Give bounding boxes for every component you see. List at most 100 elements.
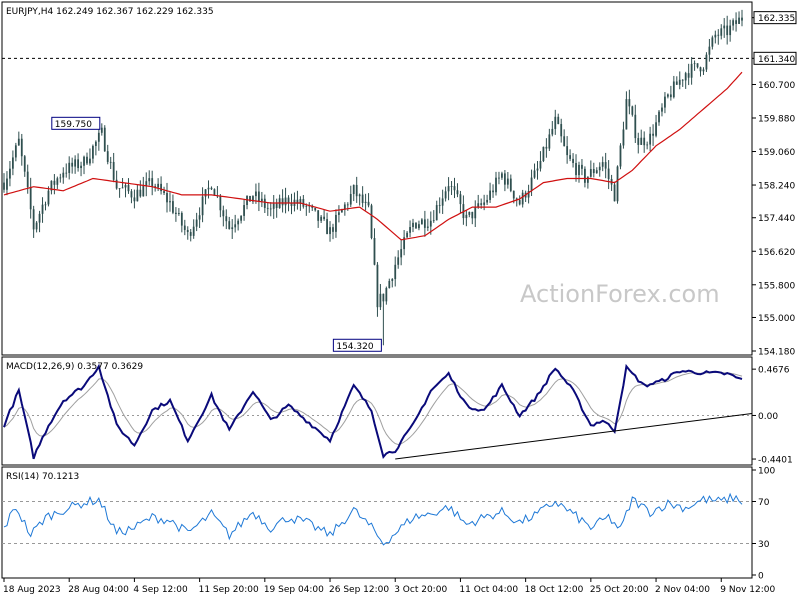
price-axis-label: 155.000	[758, 314, 795, 324]
candle-body	[59, 177, 62, 179]
candle-body	[11, 157, 14, 169]
candle-body	[355, 184, 358, 197]
candle-body	[38, 213, 41, 223]
candle-body	[684, 73, 687, 81]
candle-body	[506, 178, 509, 185]
candle-body	[563, 136, 566, 147]
candle-body	[364, 201, 367, 204]
candle-body	[118, 188, 121, 189]
candle-body	[68, 162, 71, 173]
candle-body	[86, 156, 88, 164]
candle-body	[613, 184, 616, 202]
candle-body	[121, 187, 124, 189]
candle-body	[234, 224, 237, 228]
candle-body	[687, 73, 690, 78]
candle-body	[625, 99, 628, 130]
candle-body	[115, 179, 118, 189]
candle-body	[376, 264, 379, 308]
macd-title: MACD(12,26,9) 0.3577 0.3629	[6, 362, 143, 372]
candle-body	[41, 204, 44, 214]
rsi-axis-label: 0	[758, 572, 764, 582]
candle-body	[222, 210, 225, 217]
candle-body	[708, 46, 711, 55]
candle-body	[373, 238, 376, 265]
candle-body	[465, 214, 468, 219]
price-axis-label: 158.240	[758, 182, 795, 192]
candle-body	[498, 177, 500, 179]
candle-body	[112, 161, 115, 180]
candle-body	[604, 162, 607, 169]
candle-body	[418, 224, 420, 229]
candle-body	[124, 185, 127, 188]
candle-body	[326, 219, 328, 235]
candle-body	[492, 190, 494, 193]
candle-body	[175, 212, 177, 214]
candle-body	[92, 145, 94, 159]
candle-body	[444, 191, 447, 199]
candle-body	[586, 176, 589, 183]
candle-body	[664, 96, 666, 108]
candle-body	[17, 138, 20, 146]
candle-body	[97, 132, 100, 142]
candle-body	[432, 220, 435, 222]
candle-body	[77, 159, 79, 169]
candle-body	[575, 163, 577, 176]
candle-body	[47, 190, 50, 205]
candle-body	[509, 178, 512, 191]
candle-body	[80, 165, 82, 169]
candle-body	[358, 194, 361, 197]
candle-body	[421, 219, 423, 225]
candle-body	[62, 172, 65, 178]
candle-body	[723, 25, 726, 29]
candle-body	[486, 199, 489, 203]
price-axis-label: 155.800	[758, 281, 795, 291]
candle-body	[598, 166, 601, 171]
candle-body	[714, 34, 717, 38]
candle-body	[693, 63, 696, 65]
candle-body	[702, 69, 705, 72]
rsi-axis-label: 30	[758, 540, 770, 550]
candle-body	[729, 25, 732, 36]
rsi-axis-label: 70	[758, 498, 770, 508]
candle-body	[681, 79, 684, 81]
candle-body	[675, 81, 678, 85]
candle-body	[495, 177, 497, 193]
candle-body	[690, 63, 693, 78]
candle-body	[649, 133, 652, 145]
candle-body	[441, 198, 444, 206]
candle-body	[148, 178, 151, 182]
candle-body	[572, 158, 574, 164]
candle-body	[406, 232, 408, 238]
candle-body	[320, 216, 323, 221]
rsi-title: RSI(14) 70.1213	[6, 472, 79, 482]
candle-body	[542, 146, 545, 162]
candle-body	[616, 166, 619, 202]
candle-body	[601, 162, 604, 167]
candle-body	[20, 138, 23, 157]
candle-body	[619, 145, 622, 167]
candle-body	[489, 190, 491, 200]
macd-axis-label: 0.00	[758, 412, 778, 422]
price-axis-label: 159.880	[758, 115, 795, 125]
candle-body	[631, 106, 634, 115]
time-axis-label: 2 Nov 04:00	[655, 585, 710, 595]
candle-body	[646, 144, 649, 146]
candle-body	[83, 156, 85, 166]
candle-body	[735, 20, 737, 24]
candle-body	[335, 214, 337, 232]
candle-body	[228, 221, 231, 230]
candle-body	[533, 170, 536, 178]
candle-body	[512, 190, 515, 199]
candle-body	[720, 28, 723, 36]
candle-body	[595, 170, 598, 174]
chart-canvas: ActionForex.com 159.750 154.320 162.335 16…	[1, 1, 797, 595]
candle-body	[103, 127, 106, 152]
candle-body	[397, 257, 400, 265]
candle-body	[305, 205, 308, 207]
candle-body	[669, 94, 672, 98]
candle-body	[643, 137, 646, 146]
candle-body	[317, 210, 320, 221]
candle-body	[219, 196, 222, 211]
candle-body	[109, 161, 112, 163]
candle-body	[518, 200, 521, 205]
